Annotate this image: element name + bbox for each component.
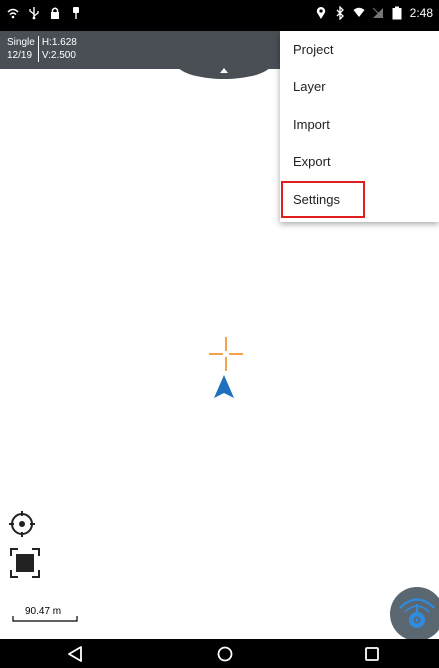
- status-right-icons: 2:48: [315, 6, 433, 20]
- status-time: 2:48: [409, 6, 433, 20]
- settings-highlight-box: [281, 181, 365, 218]
- back-icon[interactable]: [66, 645, 84, 663]
- battery-icon: [392, 6, 402, 20]
- v-accuracy: V:2.500: [41, 50, 76, 61]
- menu-item-project[interactable]: Project: [280, 31, 439, 68]
- home-icon[interactable]: [216, 645, 234, 663]
- location-arrow-icon: [214, 375, 234, 398]
- lock-icon: [51, 7, 59, 19]
- satellite-date: 12/19: [7, 50, 33, 61]
- usb-icon: [29, 7, 39, 20]
- h-accuracy: H:1.628: [41, 37, 77, 48]
- info-separator: [37, 36, 39, 62]
- bluetooth-icon: [336, 6, 344, 20]
- wifi-signal-icon: [353, 7, 365, 17]
- recents-icon[interactable]: [363, 645, 381, 663]
- location-icon: [316, 7, 325, 19]
- menu-item-import[interactable]: Import: [280, 106, 439, 143]
- system-nav-bar: [0, 639, 439, 668]
- caret-up-icon: [220, 68, 228, 73]
- survey-fab-button[interactable]: [389, 586, 439, 640]
- scale-bar: [12, 616, 78, 622]
- pin-icon: [73, 7, 79, 19]
- menu-item-export[interactable]: Export: [280, 143, 439, 180]
- status-left-icons: [7, 6, 82, 20]
- crosshair-icon: [209, 337, 243, 371]
- locate-button[interactable]: [8, 510, 36, 538]
- status-bar: 2:48: [0, 0, 439, 31]
- full-extent-button[interactable]: [10, 548, 40, 578]
- wifi-icon: [7, 8, 19, 19]
- gnss-info: Single H:1.628 12/19 V:2.500: [7, 36, 77, 62]
- no-sim-icon: [372, 7, 383, 19]
- solution-mode: Single: [7, 37, 35, 48]
- menu-item-layer[interactable]: Layer: [280, 68, 439, 105]
